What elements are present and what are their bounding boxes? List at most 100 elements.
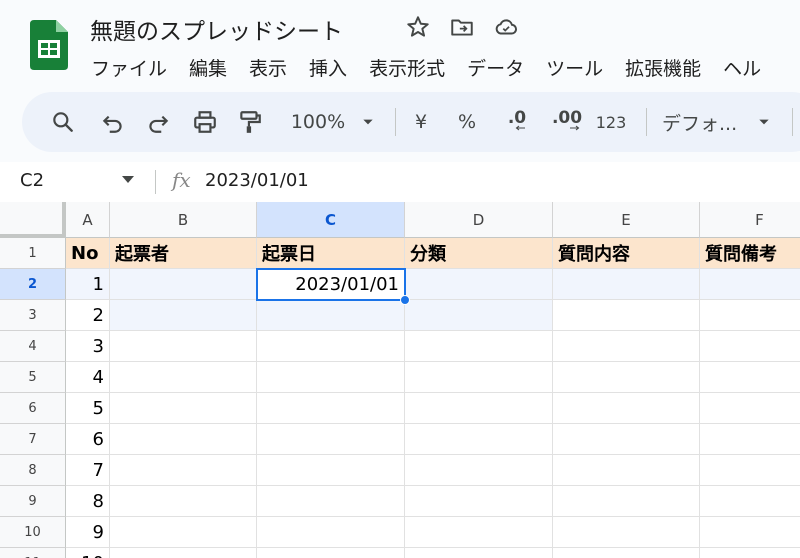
column-header-f[interactable]: F [700, 202, 800, 238]
cell-f5[interactable] [700, 362, 800, 393]
cell-d6[interactable] [405, 393, 553, 424]
cell-f11[interactable] [700, 548, 800, 558]
cell-e3[interactable] [553, 300, 700, 331]
cell-d5[interactable] [405, 362, 553, 393]
cell-d1[interactable]: 分類 [405, 238, 553, 269]
fill-handle[interactable] [400, 295, 410, 305]
cell-c10[interactable] [257, 517, 405, 548]
cell-d9[interactable] [405, 486, 553, 517]
cell-a5[interactable]: 4 [66, 362, 110, 393]
cell-f8[interactable] [700, 455, 800, 486]
cell-a2[interactable]: 1 [66, 269, 110, 300]
cell-b7[interactable] [110, 424, 257, 455]
cell-e5[interactable] [553, 362, 700, 393]
cell-a4[interactable]: 3 [66, 331, 110, 362]
column-header-c[interactable]: C [257, 202, 405, 238]
select-all-corner[interactable] [0, 202, 66, 238]
menu-tools[interactable]: ツール [546, 54, 603, 81]
cell-b11[interactable] [110, 548, 257, 558]
zoom-dropdown-icon[interactable] [358, 92, 378, 152]
menu-file[interactable]: ファイル [91, 54, 167, 81]
cell-d11[interactable] [405, 548, 553, 558]
cell-d10[interactable] [405, 517, 553, 548]
number-format-button[interactable]: 123 [594, 92, 628, 152]
cloud-saved-icon[interactable] [493, 14, 519, 44]
cell-e8[interactable] [553, 455, 700, 486]
increase-decimal-button[interactable]: .00 [547, 92, 587, 152]
cell-c9[interactable] [257, 486, 405, 517]
cell-c5[interactable] [257, 362, 405, 393]
cell-e10[interactable] [553, 517, 700, 548]
cell-c7[interactable] [257, 424, 405, 455]
cell-c8[interactable] [257, 455, 405, 486]
font-dropdown-icon[interactable] [754, 92, 774, 152]
cell-f3[interactable] [700, 300, 800, 331]
cell-e2[interactable] [553, 269, 700, 300]
row-header-10[interactable]: 10 [0, 517, 66, 548]
cell-a1[interactable]: No [66, 238, 110, 269]
cell-c3[interactable] [257, 300, 405, 331]
redo-icon[interactable] [144, 92, 172, 152]
cell-a11[interactable]: 10 [66, 548, 110, 558]
cell-a7[interactable]: 6 [66, 424, 110, 455]
cell-c11[interactable] [257, 548, 405, 558]
row-header-9[interactable]: 9 [0, 486, 66, 517]
cell-f2[interactable] [700, 269, 800, 300]
cell-e7[interactable] [553, 424, 700, 455]
zoom-select[interactable]: 100% [287, 92, 349, 152]
print-icon[interactable] [190, 92, 220, 152]
menu-view[interactable]: 表示 [249, 54, 287, 81]
cell-e6[interactable] [553, 393, 700, 424]
cell-b3[interactable] [110, 300, 257, 331]
menu-insert[interactable]: 挿入 [309, 54, 347, 81]
name-box-dropdown-icon[interactable] [122, 176, 134, 183]
cell-e11[interactable] [553, 548, 700, 558]
column-header-b[interactable]: B [110, 202, 257, 238]
menu-edit[interactable]: 編集 [189, 54, 227, 81]
cell-a6[interactable]: 5 [66, 393, 110, 424]
cell-a9[interactable]: 8 [66, 486, 110, 517]
sheet-grid[interactable]: ABCDEF1234567891011No起票者起票日分類質問内容質問備考120… [0, 202, 800, 558]
cell-c1[interactable]: 起票日 [257, 238, 405, 269]
cell-b10[interactable] [110, 517, 257, 548]
row-header-4[interactable]: 4 [0, 331, 66, 362]
document-title[interactable]: 無題のスプレッドシート [90, 12, 343, 46]
menu-data[interactable]: データ [467, 54, 524, 81]
menu-help[interactable]: ヘル [723, 54, 761, 81]
star-icon[interactable] [405, 14, 431, 44]
cell-a10[interactable]: 9 [66, 517, 110, 548]
cell-e4[interactable] [553, 331, 700, 362]
cell-f10[interactable] [700, 517, 800, 548]
cell-b9[interactable] [110, 486, 257, 517]
sheets-logo-icon[interactable] [30, 20, 68, 70]
undo-icon[interactable] [99, 92, 127, 152]
cell-b4[interactable] [110, 331, 257, 362]
row-header-5[interactable]: 5 [0, 362, 66, 393]
cell-f7[interactable] [700, 424, 800, 455]
decrease-decimal-button[interactable]: .0 [500, 92, 534, 152]
cell-f1[interactable]: 質問備考 [700, 238, 800, 269]
column-header-d[interactable]: D [405, 202, 553, 238]
font-select[interactable]: デフォ... [662, 92, 744, 152]
cell-d2[interactable] [405, 269, 553, 300]
cell-a3[interactable]: 2 [66, 300, 110, 331]
cell-a8[interactable]: 7 [66, 455, 110, 486]
row-header-11[interactable]: 11 [0, 548, 66, 558]
currency-format-button[interactable]: ¥ [408, 92, 434, 152]
cell-b5[interactable] [110, 362, 257, 393]
cell-f4[interactable] [700, 331, 800, 362]
row-header-6[interactable]: 6 [0, 393, 66, 424]
cell-d4[interactable] [405, 331, 553, 362]
row-header-3[interactable]: 3 [0, 300, 66, 331]
cell-d7[interactable] [405, 424, 553, 455]
cell-b6[interactable] [110, 393, 257, 424]
row-header-8[interactable]: 8 [0, 455, 66, 486]
name-box[interactable]: C2 [20, 170, 44, 191]
search-icon[interactable] [49, 92, 77, 152]
row-header-2[interactable]: 2 [0, 269, 66, 300]
row-header-7[interactable]: 7 [0, 424, 66, 455]
move-folder-icon[interactable] [449, 14, 475, 44]
cell-c6[interactable] [257, 393, 405, 424]
cell-e9[interactable] [553, 486, 700, 517]
formula-input[interactable]: 2023/01/01 [205, 170, 309, 191]
